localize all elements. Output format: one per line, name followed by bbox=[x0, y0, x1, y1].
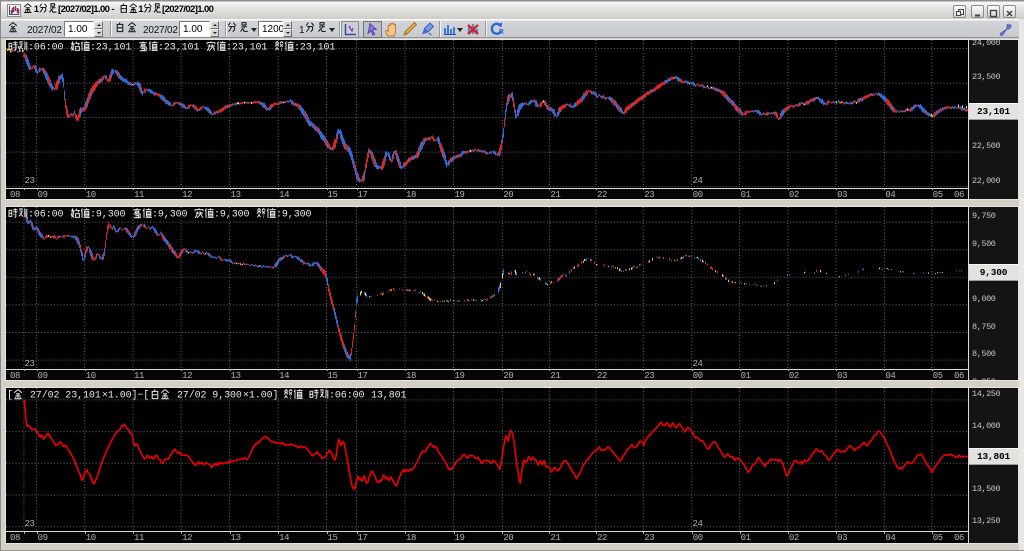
svg-text:[: [ bbox=[7, 390, 13, 402]
svg-text:[2027/02]1.00: [2027/02]1.00 bbox=[162, 4, 214, 15]
svg-text::9,300: :9,300 bbox=[276, 210, 312, 221]
svg-text::06:00: :06:00 bbox=[28, 43, 64, 54]
svg-text:×1.00]: ×1.00] bbox=[243, 390, 278, 402]
svg-text:[2027/02]1.00 -: [2027/02]1.00 - bbox=[58, 4, 114, 15]
svg-text:27/02 9,300: 27/02 9,300 bbox=[171, 390, 242, 402]
svg-text:27/02 23,101: 27/02 23,101 bbox=[24, 390, 101, 402]
svg-text::23,101: :23,101 bbox=[226, 43, 267, 54]
svg-text::9,300: :9,300 bbox=[214, 210, 250, 221]
svg-text::23,101: :23,101 bbox=[90, 43, 131, 54]
svg-text::06:00: :06:00 bbox=[329, 391, 365, 402]
svg-text:1: 1 bbox=[34, 4, 40, 15]
svg-text:R: R bbox=[499, 29, 504, 36]
svg-text::06:00: :06:00 bbox=[28, 210, 64, 221]
svg-text::9,300: :9,300 bbox=[152, 210, 188, 221]
svg-text:13,801: 13,801 bbox=[371, 391, 407, 402]
svg-text:1: 1 bbox=[138, 4, 144, 15]
svg-text::9,300: :9,300 bbox=[90, 210, 126, 221]
svg-text:×1.00]−[: ×1.00]−[ bbox=[102, 390, 149, 402]
svg-text::23,101: :23,101 bbox=[294, 43, 335, 54]
svg-text::23,101: :23,101 bbox=[158, 43, 199, 54]
